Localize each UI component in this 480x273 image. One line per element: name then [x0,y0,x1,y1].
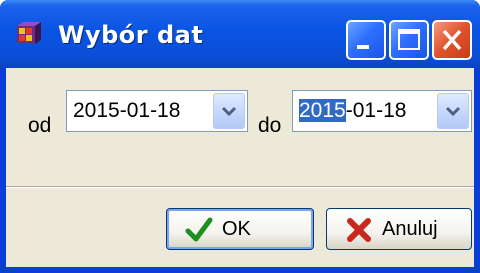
red-x-icon [347,218,371,242]
title-bar[interactable]: Wybór dat [0,0,480,68]
separator-highlight [6,187,474,188]
app-cube-icon [17,22,41,44]
to-date-dropdown-button[interactable] [437,93,469,129]
maximize-button[interactable] [389,20,429,60]
maximize-icon [398,29,420,50]
from-date-combo[interactable]: 2015-01-18 [66,90,248,132]
from-date-dropdown-button[interactable] [213,93,245,129]
close-button[interactable] [432,20,472,60]
to-date-combo[interactable]: 2015-01-18 [292,90,472,132]
minimize-button[interactable] [346,20,386,60]
minimize-icon [357,45,369,49]
to-date-rest-text: -01-18 [345,99,407,122]
close-icon [442,29,462,51]
from-label: od [28,114,52,137]
chevron-down-icon [445,106,461,117]
window-title: Wybór dat [58,21,204,49]
cancel-label: Anuluj [382,218,438,240]
checkmark-icon [185,217,213,242]
from-date-value[interactable]: 2015-01-18 [73,91,180,131]
to-date-value[interactable]: 2015-01-18 [299,91,406,131]
dialog-window: Wybór dat od 2015-01-18 do 2015-01-18 OK… [0,0,480,273]
to-date-selected-text: 2015 [299,99,346,122]
ok-label: OK [222,218,251,240]
cancel-button[interactable]: Anuluj [326,208,472,250]
dialog-body: od 2015-01-18 do 2015-01-18 OK Anuluj [6,68,474,267]
chevron-down-icon [221,106,237,117]
to-label: do [258,114,282,137]
ok-button[interactable]: OK [166,208,314,250]
